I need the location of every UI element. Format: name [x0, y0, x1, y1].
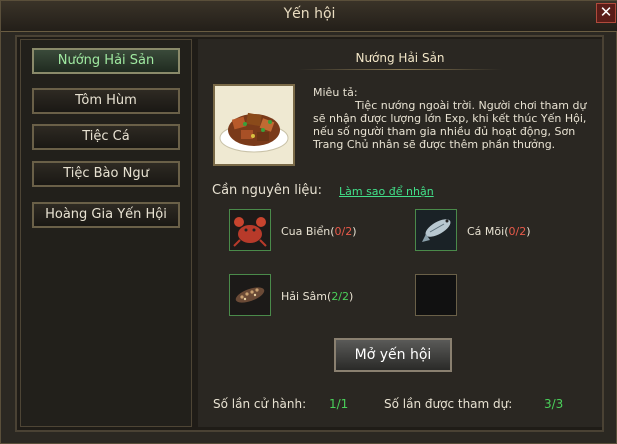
title-divider: [298, 69, 502, 70]
menu-item-tiec-bao-ngu[interactable]: Tiệc Bào Ngư: [32, 161, 180, 187]
grilled-seafood-dish-icon: [213, 84, 295, 166]
menu-item-tiec-ca[interactable]: Tiệc Cá: [32, 124, 180, 150]
window-title: Yến hội: [283, 6, 336, 22]
menu-item-label: Tiệc Cá: [82, 129, 130, 144]
crab-icon: [230, 210, 270, 250]
menu-item-label: Nướng Hải Sản: [57, 53, 155, 68]
ingredient-slot-sea-cucumber[interactable]: [229, 274, 271, 316]
hold-count-label: Số lần cử hành:: [213, 397, 307, 411]
how-to-obtain-link[interactable]: Làm sao để nhận: [339, 185, 434, 198]
ingredient-slot-empty[interactable]: [415, 274, 457, 316]
hold-count-value: 1/1: [329, 397, 349, 411]
description-label: Miêu tả:: [313, 86, 358, 99]
feast-window: Yến hội ✕ Nướng Hải Sản Tôm Hùm Tiệc Cá …: [0, 0, 617, 444]
ingredient-name: Cua Biển: [281, 225, 331, 238]
dish-image: [215, 86, 293, 164]
feast-detail-panel: Nướng Hải Sản Miêu tả: Tiệc nướng ngoài …: [198, 39, 602, 427]
menu-item-label: Tiệc Bào Ngư: [63, 166, 149, 181]
ingredient-label-fish: Cá Mõi(0/2): [467, 225, 531, 238]
title-bar[interactable]: Yến hội ✕: [1, 1, 617, 32]
ingredient-label-crab: Cua Biển(0/2): [281, 225, 357, 238]
ingredient-count: 2/2: [331, 290, 350, 303]
ingredient-name: Cá Mõi: [467, 225, 505, 238]
close-button[interactable]: ✕: [596, 3, 616, 23]
ingredient-slot-fish[interactable]: [415, 209, 457, 251]
feast-title: Nướng Hải Sản: [355, 51, 445, 65]
ingredient-count: 0/2: [508, 225, 527, 238]
feast-menu: Nướng Hải Sản Tôm Hùm Tiệc Cá Tiệc Bào N…: [20, 39, 192, 427]
description-text: Tiệc nướng ngoài trời. Người chơi tham d…: [313, 99, 587, 151]
close-icon: ✕: [599, 3, 613, 21]
join-count-value: 3/3: [544, 397, 564, 411]
menu-item-label: Hoàng Gia Yến Hội: [45, 207, 167, 222]
menu-item-tom-hum[interactable]: Tôm Hùm: [32, 88, 180, 114]
ingredient-name: Hải Sâm: [281, 290, 328, 303]
menu-item-label: Tôm Hùm: [75, 93, 137, 108]
open-feast-button[interactable]: Mở yến hội: [334, 338, 452, 372]
sea-cucumber-icon: [230, 275, 270, 315]
requirements-label: Cần nguyên liệu:: [212, 183, 323, 198]
ingredient-slot-crab[interactable]: [229, 209, 271, 251]
menu-item-hoang-gia-yen-hoi[interactable]: Hoàng Gia Yến Hội: [32, 202, 180, 228]
join-count-label: Số lần được tham dự:: [384, 397, 513, 411]
menu-item-nuong-hai-san[interactable]: Nướng Hải Sản: [32, 48, 180, 74]
ingredient-label-sea-cucumber: Hải Sâm(2/2): [281, 290, 354, 303]
ingredient-count: 0/2: [334, 225, 353, 238]
fish-icon: [416, 210, 456, 250]
